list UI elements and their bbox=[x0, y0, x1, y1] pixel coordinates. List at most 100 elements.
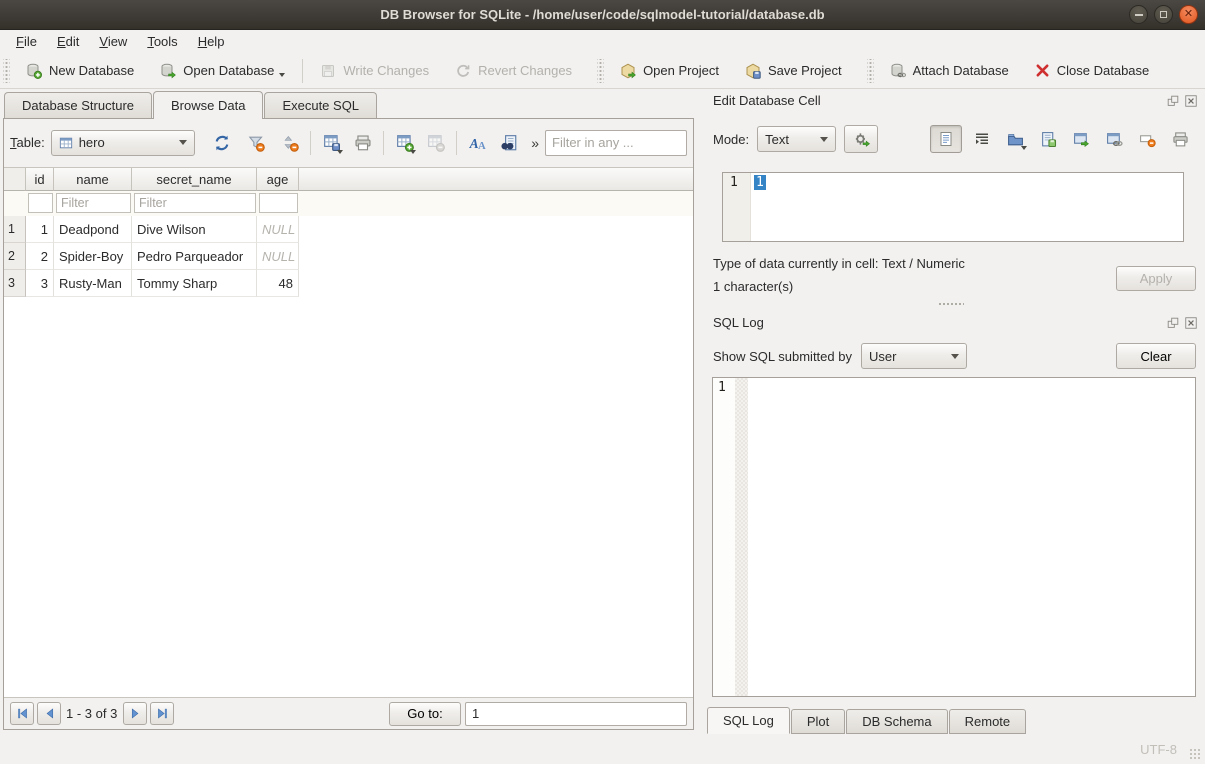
close-dock-button[interactable] bbox=[1183, 315, 1198, 330]
filter-age-input[interactable] bbox=[259, 193, 298, 213]
clear-filters-button[interactable] bbox=[243, 130, 268, 156]
menu-edit[interactable]: Edit bbox=[47, 32, 89, 51]
toolbar-drag-handle[interactable] bbox=[597, 59, 604, 83]
cell-age[interactable]: NULL bbox=[257, 216, 299, 243]
revert-changes-button[interactable]: Revert Changes bbox=[447, 58, 580, 84]
toolbar-overflow-chevron[interactable]: » bbox=[531, 135, 539, 151]
cell-id[interactable]: 1 bbox=[26, 216, 54, 243]
column-header-id[interactable]: id bbox=[26, 168, 54, 191]
dock-splitter[interactable] bbox=[697, 300, 1205, 308]
close-database-button[interactable]: Close Database bbox=[1027, 58, 1158, 83]
word-wrap-button[interactable] bbox=[969, 126, 995, 152]
auto-switch-mode-button[interactable] bbox=[844, 125, 878, 153]
minimize-button[interactable] bbox=[1129, 5, 1148, 24]
previous-record-button[interactable] bbox=[37, 702, 61, 725]
save-table-button[interactable] bbox=[319, 130, 344, 156]
first-record-button[interactable] bbox=[10, 702, 34, 725]
row-number[interactable]: 3 bbox=[4, 270, 26, 297]
print-cell-button[interactable] bbox=[1167, 126, 1193, 152]
toolbar-drag-handle[interactable] bbox=[867, 59, 874, 83]
dock-tab-remote[interactable]: Remote bbox=[949, 709, 1027, 734]
import-cell-data-button[interactable] bbox=[1002, 126, 1028, 152]
main-tab-bar: Database Structure Browse Data Execute S… bbox=[4, 91, 378, 118]
open-database-button[interactable]: Open Database bbox=[152, 58, 293, 84]
log-editor-content[interactable] bbox=[748, 378, 1195, 696]
menu-tools[interactable]: Tools bbox=[137, 32, 187, 51]
cell-age[interactable]: 48 bbox=[257, 270, 299, 297]
resize-grip[interactable] bbox=[1189, 748, 1201, 760]
float-dock-button[interactable] bbox=[1165, 315, 1180, 330]
record-pager: 1 - 3 of 3 Go to: bbox=[4, 697, 693, 729]
filter-name-input[interactable] bbox=[56, 193, 131, 213]
filter-id-input[interactable] bbox=[28, 193, 53, 213]
cell-secret-name[interactable]: Pedro Parqueador bbox=[132, 243, 257, 270]
font-settings-button[interactable]: AA bbox=[465, 130, 490, 156]
copy-link-button[interactable] bbox=[1101, 126, 1127, 152]
dock-tab-db-schema[interactable]: DB Schema bbox=[846, 709, 947, 734]
tab-database-structure[interactable]: Database Structure bbox=[4, 92, 152, 118]
cell-id[interactable]: 3 bbox=[26, 270, 54, 297]
corner-header[interactable] bbox=[4, 168, 26, 191]
clear-log-button[interactable]: Clear bbox=[1116, 343, 1196, 369]
clear-sorting-button[interactable] bbox=[277, 130, 302, 156]
cell-id[interactable]: 2 bbox=[26, 243, 54, 270]
cell-editor-content[interactable]: 1 bbox=[751, 173, 1183, 241]
float-dock-button[interactable] bbox=[1165, 93, 1180, 108]
chevron-down-icon bbox=[951, 354, 959, 359]
goto-input[interactable] bbox=[465, 702, 687, 726]
column-header-age[interactable]: age bbox=[257, 168, 299, 191]
cell-name[interactable]: Spider-Boy bbox=[54, 243, 132, 270]
row-number[interactable]: 2 bbox=[4, 243, 26, 270]
statusbar: UTF-8 bbox=[0, 735, 1205, 764]
filter-secret-name-input[interactable] bbox=[134, 193, 256, 213]
dock-tab-plot[interactable]: Plot bbox=[791, 709, 845, 734]
apply-button[interactable]: Apply bbox=[1116, 266, 1196, 291]
insert-record-button[interactable] bbox=[392, 130, 417, 156]
column-header-name[interactable]: name bbox=[54, 168, 132, 191]
mode-select[interactable]: Text bbox=[757, 126, 836, 152]
print-table-button[interactable] bbox=[350, 130, 375, 156]
write-changes-button[interactable]: Write Changes bbox=[312, 58, 437, 84]
cell-secret-name[interactable]: Tommy Sharp bbox=[132, 270, 257, 297]
save-table-dropdown-icon bbox=[337, 150, 343, 154]
edit-cell-title-label: Edit Database Cell bbox=[713, 93, 821, 108]
open-project-button[interactable]: Open Project bbox=[612, 58, 727, 84]
cell-name[interactable]: Deadpond bbox=[54, 216, 132, 243]
new-database-button[interactable]: New Database bbox=[18, 58, 142, 84]
row-number[interactable]: 1 bbox=[4, 216, 26, 243]
column-header-secret-name[interactable]: secret_name bbox=[132, 168, 257, 191]
text-mode-button[interactable] bbox=[930, 125, 962, 153]
cell-name[interactable]: Rusty-Man bbox=[54, 270, 132, 297]
toolbar-separator bbox=[383, 131, 384, 155]
cell-editor[interactable]: 1 1 bbox=[722, 172, 1184, 242]
filter-any-input[interactable] bbox=[545, 130, 687, 156]
splitter-handle-icon bbox=[938, 302, 964, 307]
last-record-button[interactable] bbox=[150, 702, 174, 725]
cell-secret-name[interactable]: Dive Wilson bbox=[132, 216, 257, 243]
find-in-table-button[interactable] bbox=[496, 130, 521, 156]
set-null-button[interactable] bbox=[1134, 126, 1160, 152]
maximize-button[interactable] bbox=[1154, 5, 1173, 24]
attach-database-button[interactable]: Attach Database bbox=[882, 58, 1017, 84]
export-cell-data-button[interactable] bbox=[1035, 126, 1061, 152]
open-in-external-button[interactable] bbox=[1068, 126, 1094, 152]
close-dock-button[interactable] bbox=[1183, 93, 1198, 108]
menu-view[interactable]: View bbox=[89, 32, 137, 51]
delete-record-button[interactable] bbox=[423, 130, 448, 156]
dock-tab-sql-log[interactable]: SQL Log bbox=[707, 707, 790, 734]
table-select[interactable]: hero bbox=[51, 130, 196, 156]
sql-log-editor[interactable]: 1 bbox=[712, 377, 1196, 697]
goto-button[interactable]: Go to: bbox=[389, 702, 461, 726]
table-row: 1 1 Deadpond Dive Wilson NULL bbox=[4, 216, 693, 243]
tab-browse-data[interactable]: Browse Data bbox=[153, 91, 263, 119]
toolbar-drag-handle[interactable] bbox=[3, 59, 10, 83]
next-record-button[interactable] bbox=[123, 702, 147, 725]
close-button[interactable]: ✕ bbox=[1179, 5, 1198, 24]
save-project-button[interactable]: Save Project bbox=[737, 58, 850, 84]
menu-file[interactable]: File bbox=[6, 32, 47, 51]
tab-execute-sql[interactable]: Execute SQL bbox=[264, 92, 377, 118]
refresh-button[interactable] bbox=[209, 130, 234, 156]
menu-help[interactable]: Help bbox=[188, 32, 235, 51]
cell-age[interactable]: NULL bbox=[257, 243, 299, 270]
submitted-by-select[interactable]: User bbox=[861, 343, 967, 369]
